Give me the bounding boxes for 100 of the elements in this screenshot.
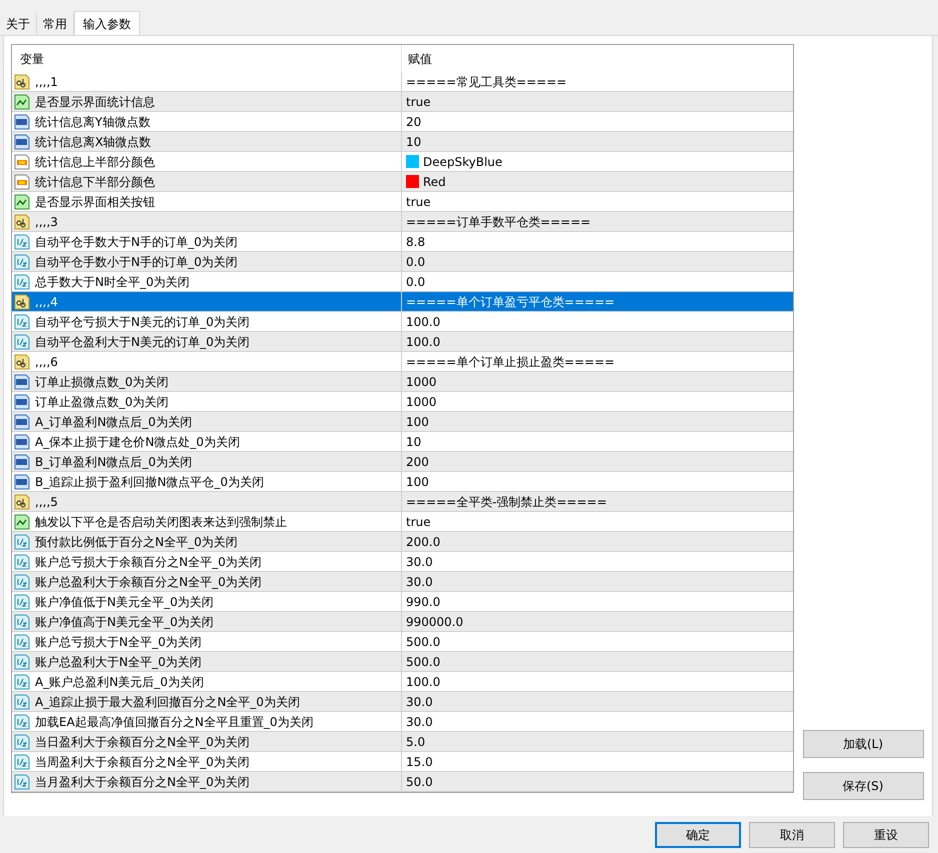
table-row[interactable]: A_保本止损于建仓价N微点处_0为关闭 10 (12, 432, 793, 452)
parameter-value: 100 (406, 414, 429, 430)
table-row[interactable]: 账户总亏损大于余额百分之N全平_0为关闭 30.0 (12, 552, 793, 572)
table-row[interactable]: B_订单盈利N微点后_0为关闭 200 (12, 452, 793, 472)
parameter-value: =====订单手数平仓类===== (406, 214, 591, 230)
dialog-button[interactable]: 重设 (843, 822, 929, 848)
table-row[interactable]: 总手数大于N时全平_0为关闭 0.0 (12, 272, 793, 292)
parameter-name: A_保本止损于建仓价N微点处_0为关闭 (35, 434, 240, 450)
table-row[interactable]: 自动平仓盈利大于N美元的订单_0为关闭 100.0 (12, 332, 793, 352)
parameter-name: 自动平仓手数小于N手的订单_0为关闭 (35, 254, 238, 270)
table-row[interactable]: B_追踪止损于盈利回撤N微点平仓_0为关闭 100 (12, 472, 793, 492)
table-row[interactable]: ,,,,5 =====全平类-强制禁止类===== (12, 492, 793, 512)
table-row[interactable]: 自动平仓亏损大于N美元的订单_0为关闭 100.0 (12, 312, 793, 332)
fraction-icon (14, 754, 30, 770)
table-row[interactable]: ,,,,3 =====订单手数平仓类===== (12, 212, 793, 232)
parameter-value: 200 (406, 454, 429, 470)
table-row[interactable]: 统计信息下半部分颜色 Red (12, 172, 793, 192)
parameter-value: 30.0 (406, 714, 433, 730)
parameter-name: 加载EA起最高净值回撤百分之N全平且重置_0为关闭 (35, 714, 314, 730)
table-row[interactable]: A_订单盈利N微点后_0为关闭 100 (12, 412, 793, 432)
parameter-name: 账户净值高于N美元全平_0为关闭 (35, 614, 214, 630)
table-row[interactable]: 预付款比例低于百分之N全平_0为关闭 200.0 (12, 532, 793, 552)
parameter-value: 30.0 (406, 554, 433, 570)
parameter-value: =====常见工具类===== (406, 74, 567, 90)
parameter-value: 500.0 (406, 634, 440, 650)
parameter-value: true (406, 514, 431, 530)
fraction-icon (14, 274, 30, 290)
table-row[interactable]: ,,,,6 =====单个订单止损止盈类===== (12, 352, 793, 372)
parameter-name: ,,,,6 (35, 354, 58, 370)
fraction-icon (14, 534, 30, 550)
parameter-value: 0.0 (406, 274, 426, 290)
palette-icon (14, 154, 30, 170)
parameter-name: 触发以下平仓是否启动关闭图表来达到强制禁止 (35, 514, 287, 530)
tab[interactable]: 输入参数 (74, 11, 140, 35)
table-row[interactable]: 当日盈利大于余额百分之N全平_0为关闭 5.0 (12, 732, 793, 752)
parameter-value: 30.0 (406, 574, 433, 590)
column-header[interactable]: 赋值 (402, 45, 793, 72)
parameter-name: 自动平仓亏损大于N美元的订单_0为关闭 (35, 314, 250, 330)
parameter-name: 订单止盈微点数_0为关闭 (35, 394, 169, 410)
parameter-name: B_订单盈利N微点后_0为关闭 (35, 454, 192, 470)
parameter-value: 500.0 (406, 654, 440, 670)
parameter-value: 10 (406, 434, 422, 450)
fraction-icon (14, 674, 30, 690)
parameter-value: 20 (406, 114, 422, 130)
toggle-icon (14, 94, 30, 110)
parameter-name: 自动平仓盈利大于N美元的订单_0为关闭 (35, 334, 250, 350)
parameter-name: 统计信息离X轴微点数 (35, 134, 152, 150)
table-row[interactable]: 当月盈利大于余额百分之N全平_0为关闭 50.0 (12, 772, 793, 792)
parameter-value: true (406, 94, 431, 110)
table-row[interactable]: 触发以下平仓是否启动关闭图表来达到强制禁止 true (12, 512, 793, 532)
parameter-value: 10 (406, 134, 422, 150)
table-row[interactable]: ,,,,1 =====常见工具类===== (12, 72, 793, 92)
table-row[interactable]: 自动平仓手数大于N手的订单_0为关闭 8.8 (12, 232, 793, 252)
table-row[interactable]: 账户净值低于N美元全平_0为关闭 990.0 (12, 592, 793, 612)
parameter-name: 账户净值低于N美元全平_0为关闭 (35, 594, 214, 610)
parameter-value: 5.0 (406, 734, 426, 750)
dialog-button[interactable]: 取消 (749, 822, 835, 848)
fraction-icon (14, 614, 30, 630)
fraction-icon (14, 714, 30, 730)
parameter-value: 50.0 (406, 774, 433, 790)
parameter-name: 是否显示界面统计信息 (35, 94, 155, 110)
parameter-name: 账户总亏损大于N全平_0为关闭 (35, 634, 202, 650)
table-row[interactable]: ,,,,4 =====单个订单盈亏平仓类===== (12, 292, 793, 312)
table-row[interactable]: 账户净值高于N美元全平_0为关闭 990000.0 (12, 612, 793, 632)
parameter-value: 200.0 (406, 534, 440, 550)
parameter-value: =====单个订单止损止盈类===== (406, 354, 615, 370)
fraction-icon (14, 594, 30, 610)
table-row[interactable]: 统计信息上半部分颜色 DeepSkyBlue (12, 152, 793, 172)
side-button[interactable]: 保存(S) (802, 772, 924, 800)
parameter-name: 当日盈利大于余额百分之N全平_0为关闭 (35, 734, 250, 750)
table-row[interactable]: 加载EA起最高净值回撤百分之N全平且重置_0为关闭 30.0 (12, 712, 793, 732)
parameter-name: ,,,,4 (35, 294, 58, 310)
parameter-name: A_订单盈利N微点后_0为关闭 (35, 414, 192, 430)
parameter-value: DeepSkyBlue (423, 154, 502, 170)
parameter-value: 100 (406, 474, 429, 490)
table-row[interactable]: 订单止盈微点数_0为关闭 1000 (12, 392, 793, 412)
parameter-name: 当周盈利大于余额百分之N全平_0为关闭 (35, 754, 250, 770)
table-row[interactable]: 自动平仓手数小于N手的订单_0为关闭 0.0 (12, 252, 793, 272)
table-row[interactable]: 账户总盈利大于N全平_0为关闭 500.0 (12, 652, 793, 672)
table-row[interactable]: 统计信息离Y轴微点数 20 (12, 112, 793, 132)
table-row[interactable]: 是否显示界面相关按钮 true (12, 192, 793, 212)
parameter-value: true (406, 194, 431, 210)
parameter-value: Red (423, 174, 446, 190)
table-row[interactable]: 账户总盈利大于余额百分之N全平_0为关闭 30.0 (12, 572, 793, 592)
table-row[interactable]: 当周盈利大于余额百分之N全平_0为关闭 15.0 (12, 752, 793, 772)
parameter-value: 1000 (406, 374, 437, 390)
parameter-name: ,,,,5 (35, 494, 58, 510)
parameter-name: 统计信息离Y轴微点数 (35, 114, 150, 130)
dialog-button[interactable]: 确定 (655, 822, 741, 848)
table-row[interactable]: 订单止损微点数_0为关闭 1000 (12, 372, 793, 392)
table-row[interactable]: 统计信息离X轴微点数 10 (12, 132, 793, 152)
palette-icon (14, 174, 30, 190)
side-button[interactable]: 加载(L) (802, 730, 924, 758)
table-row[interactable]: A_追踪止损于最大盈利回撤百分之N全平_0为关闭 30.0 (12, 692, 793, 712)
parameter-name: A_账户总盈利N美元后_0为关闭 (35, 674, 204, 690)
table-row[interactable]: A_账户总盈利N美元后_0为关闭 100.0 (12, 672, 793, 692)
fraction-icon (14, 334, 30, 350)
table-row[interactable]: 账户总亏损大于N全平_0为关闭 500.0 (12, 632, 793, 652)
parameter-name: A_追踪止损于最大盈利回撤百分之N全平_0为关闭 (35, 694, 300, 710)
table-row[interactable]: 是否显示界面统计信息 true (12, 92, 793, 112)
